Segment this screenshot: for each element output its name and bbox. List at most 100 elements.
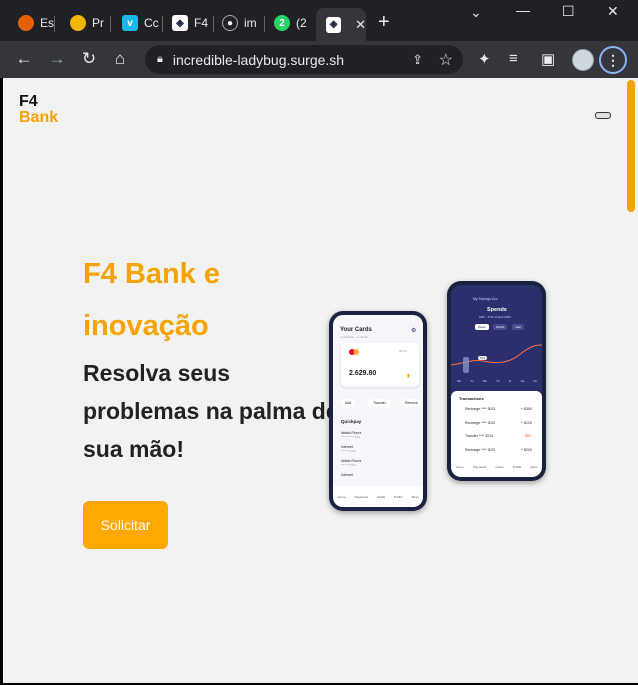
day-label: Th	[496, 379, 500, 383]
home-button[interactable]: ⌂	[110, 49, 130, 69]
hero-subtitle: Resolva seus problemas na palma de sua m…	[83, 360, 339, 462]
spend-curve	[451, 344, 542, 373]
browser-tab[interactable]: Es	[8, 9, 54, 37]
github-icon: ●	[222, 15, 238, 31]
contact-detail: **** **** 8291	[341, 464, 356, 467]
section-title: Transactions	[459, 396, 484, 401]
chart-point-label: 541	[478, 356, 488, 360]
nav-item: Payments	[472, 464, 487, 469]
solicitar-button[interactable]: Solicitar	[83, 501, 168, 549]
minimize-button[interactable]: —	[516, 2, 530, 18]
tab-divider	[54, 16, 55, 32]
lock-icon: 🔒︎	[157, 53, 163, 65]
filter-month[interactable]: Month	[493, 324, 508, 330]
brand-logo[interactable]: F4 Bank	[19, 94, 58, 126]
remove-card-button[interactable]: Remove	[401, 399, 423, 407]
settings-icon: ⚙	[411, 328, 417, 334]
nav-item: More	[530, 464, 538, 469]
nav-item: Home	[455, 464, 464, 469]
logo-line-2: Bank	[19, 109, 59, 126]
reload-button[interactable]: ↻	[79, 49, 99, 69]
side-panel-icon[interactable]: ▣	[541, 50, 555, 68]
browser-toolbar: ← → ↻ ⌂ 🔒︎ incredible-ladybug.surge.sh ⇪…	[0, 41, 638, 78]
card-number: 00.03	[399, 349, 407, 353]
transactions-panel: Transactions Recharge **** 3022 + $300 R…	[451, 391, 542, 477]
transaction-name: Recharge **** 3022	[465, 421, 496, 425]
close-window-button[interactable]: ✕	[607, 3, 619, 20]
webpage: F4 Bank F4 Bank e inovação Resolva seus …	[3, 78, 638, 683]
transaction-amount: + $120	[521, 421, 532, 425]
maximize-button[interactable]: ☐	[562, 3, 575, 20]
day-label: Tu	[470, 379, 474, 383]
tab-strip: Es Pr v Cc ◈ F4 ● im 2 (2 ◈ ✕ + ⌄ — ☐ ✕	[0, 0, 638, 41]
tab-divider	[110, 16, 111, 32]
logo-line-1: F4	[19, 93, 38, 110]
nav-item: Profile	[394, 494, 403, 499]
phone-bottom-nav: Home Payments Cards Profile More	[333, 486, 423, 507]
nav-item: Profile	[512, 464, 522, 469]
card-preview: 00.03 2.629.80 ▮	[341, 343, 419, 387]
phone-date-range: 18th - 17th of April 2022	[479, 315, 511, 319]
day-label: Sa	[520, 379, 525, 383]
url-text[interactable]: incredible-ladybug.surge.sh	[173, 52, 344, 68]
f4-bank-icon: ◈	[326, 16, 342, 33]
menu-toggle-button[interactable]	[595, 112, 611, 119]
browser-tab[interactable]: ◈ F4	[162, 9, 208, 37]
transfer-button[interactable]: Transfer	[369, 399, 390, 407]
firefox-icon	[18, 15, 34, 31]
phone-bottom-nav: Home Payments Cards Profile More	[451, 458, 542, 475]
filter-year[interactable]: Year	[512, 324, 525, 330]
add-card-button[interactable]: Add	[341, 399, 356, 407]
nav-item: Cards	[495, 464, 504, 469]
tab-label: Es	[40, 16, 55, 30]
address-bar[interactable]: 🔒︎ incredible-ladybug.surge.sh ⇪ ☆	[145, 45, 463, 74]
day-label: Fr	[508, 379, 512, 383]
contact-name: Iddido Florez	[341, 431, 362, 435]
transaction-amount: - $50	[523, 434, 531, 438]
forward-button[interactable]: →	[47, 49, 67, 69]
browser-menu-button[interactable]: ⋮	[599, 46, 627, 74]
phone-header: My Savings Acc	[473, 297, 498, 301]
tab-label: Pr	[92, 16, 104, 30]
extensions-icon[interactable]: ✦	[478, 50, 491, 68]
nav-item: Home	[337, 494, 346, 499]
whatsapp-icon: 2	[274, 15, 290, 31]
close-tab-icon[interactable]: ✕	[355, 17, 366, 33]
back-button[interactable]: ←	[14, 49, 34, 69]
day-label: We	[482, 379, 488, 383]
days-row: Mo Tu We Th Fr Sa Su	[457, 379, 537, 383]
nav-item: Payments	[354, 494, 368, 499]
browser-tab[interactable]: v Cc	[112, 9, 159, 37]
transaction-name: Recharge **** 3022	[465, 448, 496, 452]
new-tab-button[interactable]: +	[378, 12, 390, 32]
browser-tab[interactable]: Pr	[60, 9, 104, 37]
pr-icon	[70, 15, 86, 31]
browser-tab-active[interactable]: ◈ ✕	[316, 8, 366, 41]
browser-tab[interactable]: 2 (2	[264, 9, 307, 37]
chevron-down-icon[interactable]: ⌄	[470, 4, 482, 21]
phone-cards-mockup: Your Cards 2 physical + 1 virtual ⚙ 00.0…	[329, 311, 427, 511]
nav-item: More	[411, 494, 419, 499]
card-balance: 2.629.80	[349, 370, 377, 377]
phone-title: Spends	[487, 307, 507, 313]
vimeo-icon: v	[122, 15, 138, 31]
profile-avatar[interactable]	[572, 49, 594, 71]
chart-icon: ▮	[407, 373, 410, 379]
contact-detail: **** **** 2022	[341, 450, 356, 453]
bookmark-star-icon[interactable]: ☆	[439, 50, 453, 70]
browser-tab[interactable]: ● im	[212, 9, 257, 37]
tab-label: Cc	[144, 16, 159, 30]
share-icon[interactable]: ⇪	[412, 52, 423, 68]
transaction-name: Recharge **** 3022	[465, 407, 496, 411]
whatsapp-badge: 2	[279, 17, 285, 29]
filter-week[interactable]: Week	[475, 324, 489, 330]
tab-label: F4	[194, 16, 209, 30]
media-control-icon[interactable]: ≡	[509, 50, 518, 67]
day-label: Mo	[457, 379, 462, 383]
transaction-name: Transfer **** 3014	[465, 434, 494, 438]
transaction-amount: + $200	[521, 448, 532, 452]
phone-spends-mockup: My Savings Acc Spends 18th - 17th of Apr…	[447, 281, 546, 481]
scrollbar-thumb[interactable]	[627, 80, 635, 212]
contact-name: Internet	[341, 445, 353, 449]
day-label: Su	[533, 379, 537, 383]
